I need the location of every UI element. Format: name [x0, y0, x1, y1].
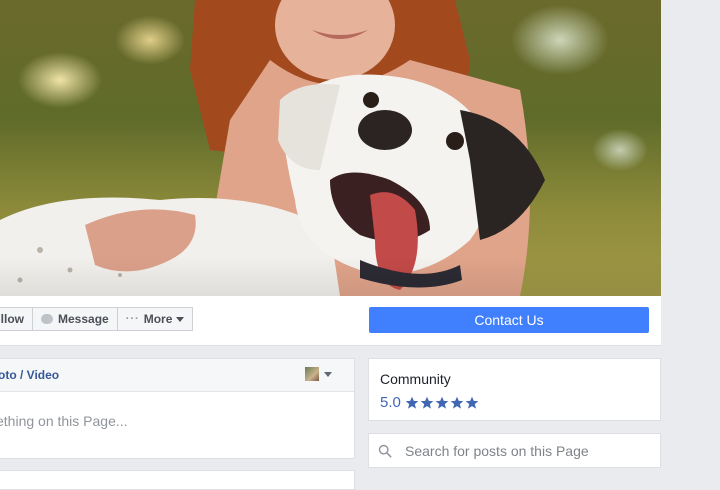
chevron-down-icon [176, 316, 185, 322]
star-icon [465, 396, 479, 409]
more-dots-icon: ··· [125, 313, 140, 325]
cover-photo[interactable] [0, 0, 661, 296]
follow-label: llow [0, 312, 24, 326]
more-label: More [143, 312, 173, 326]
star-icon [405, 396, 419, 409]
rating[interactable]: 5.0 [380, 394, 480, 411]
avatar[interactable] [305, 367, 319, 381]
composer-header: oto / Video [0, 359, 354, 392]
community-title: Community [380, 371, 451, 387]
rating-stars [405, 396, 480, 410]
rating-value: 5.0 [380, 394, 401, 411]
action-button-group: llow Message ··· More [0, 307, 194, 331]
cover-shade [0, 256, 661, 296]
page-action-bar: llow Message ··· More Contact Us [0, 296, 661, 346]
tab-photo-video[interactable]: oto / Video [0, 368, 59, 382]
search-icon [378, 444, 392, 458]
more-button[interactable]: ··· More [116, 307, 194, 331]
star-icon [420, 396, 434, 409]
contact-us-button[interactable]: Contact Us [369, 307, 649, 333]
next-feed-card [0, 470, 355, 490]
message-bubble-icon [41, 314, 53, 324]
star-icon [450, 396, 464, 409]
message-button[interactable]: Message [32, 307, 118, 331]
cover-photo-illustration [0, 0, 545, 296]
star-icon [435, 396, 449, 409]
chevron-down-icon[interactable] [324, 372, 332, 377]
community-card: Community 5.0 [368, 358, 661, 421]
page-search-card [368, 433, 661, 468]
follow-button[interactable]: llow [0, 307, 33, 331]
post-composer: oto / Video ething on this Page... [0, 358, 355, 459]
message-label: Message [58, 312, 109, 326]
composer-input[interactable]: ething on this Page... [0, 413, 128, 429]
search-posts-input[interactable] [405, 440, 645, 462]
